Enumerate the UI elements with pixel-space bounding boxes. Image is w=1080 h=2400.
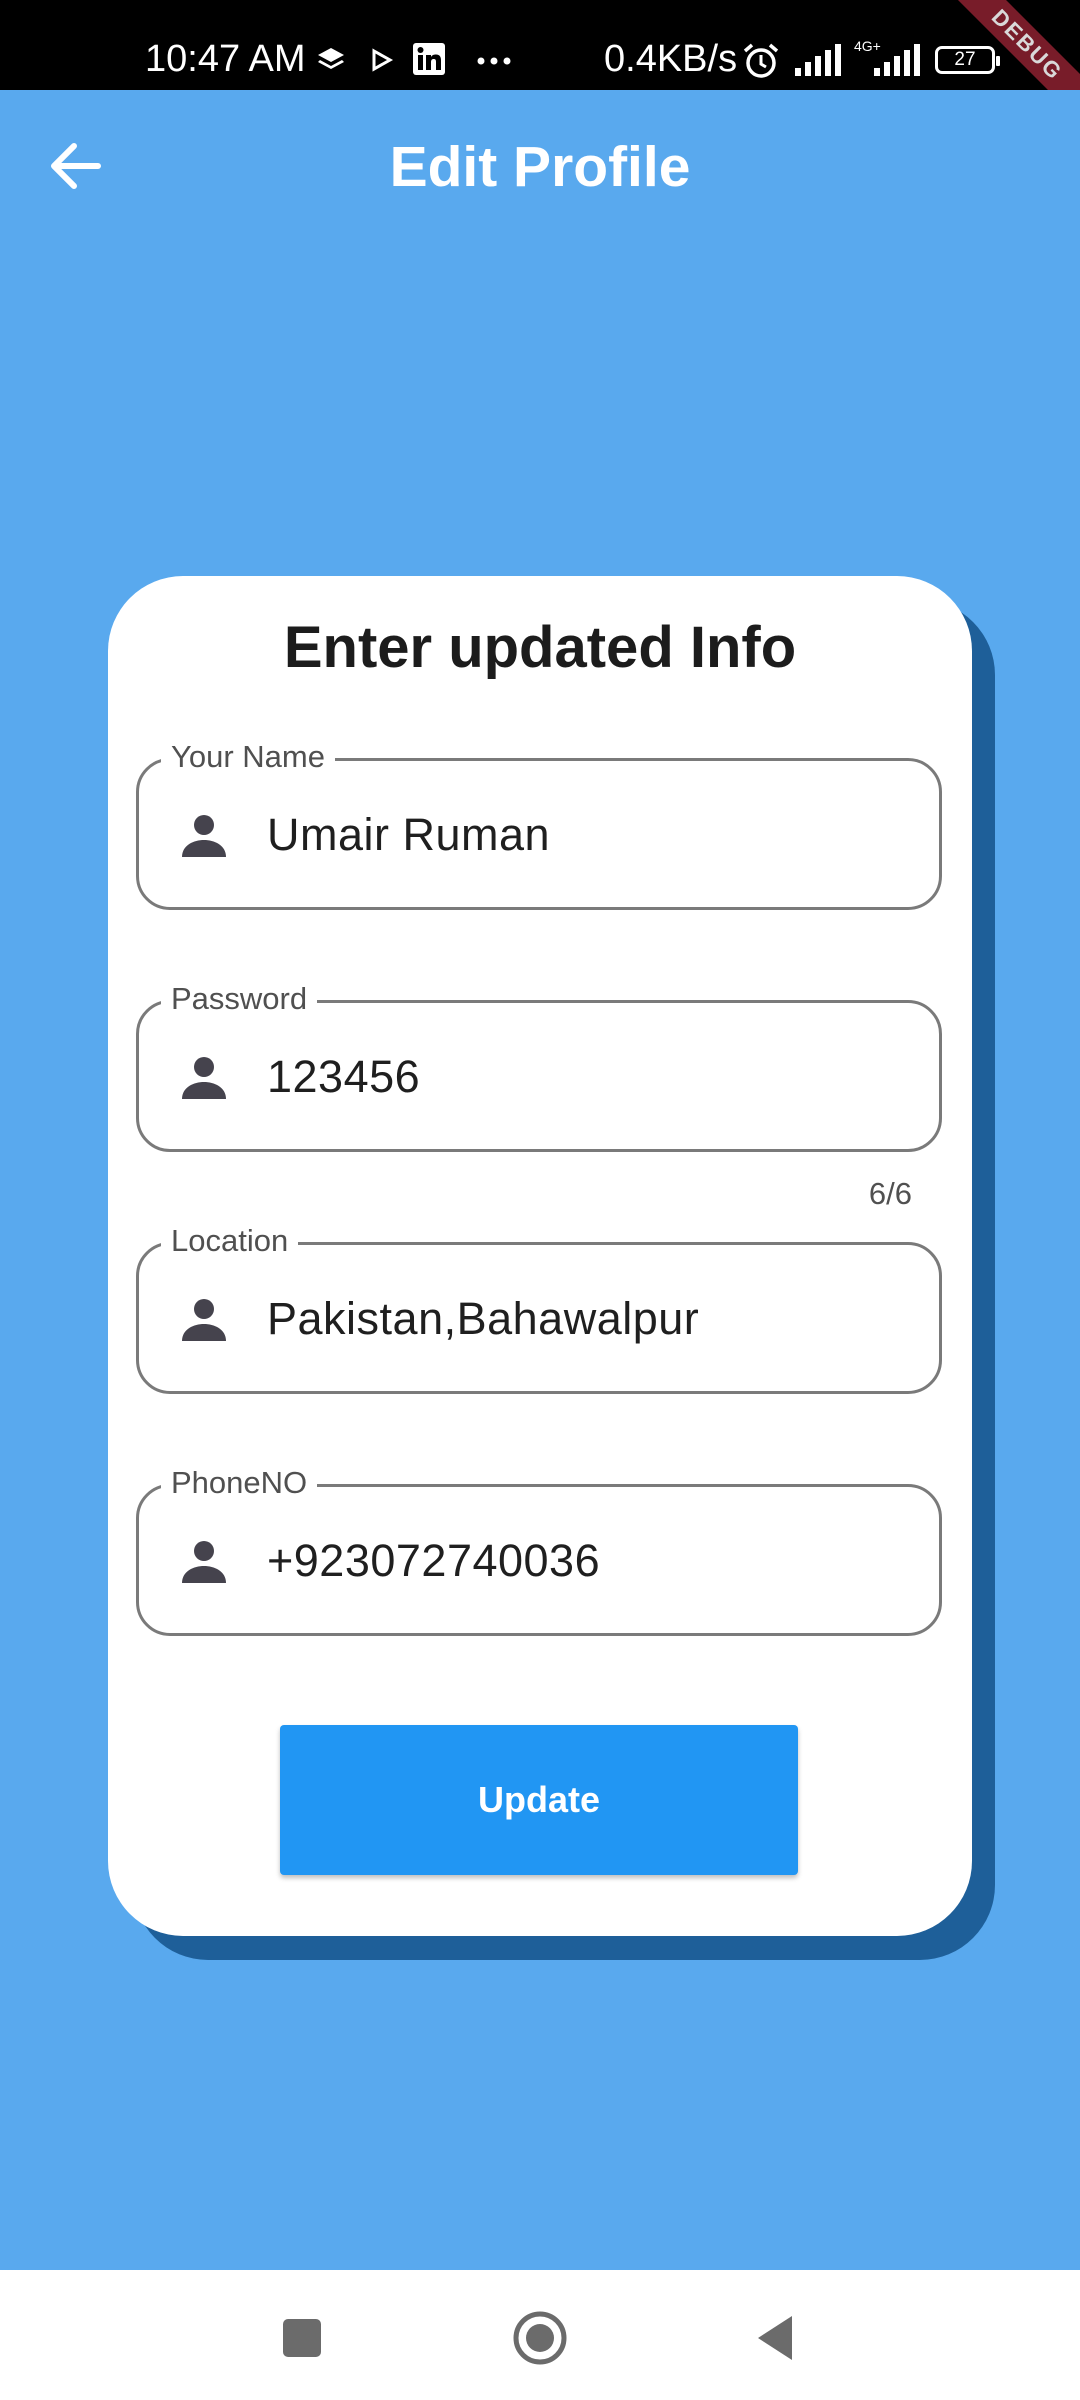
edit-profile-card: Enter updated Info Your Name Umair Ruman… (108, 576, 972, 1936)
linkedin-icon (413, 43, 445, 75)
debug-banner: DEBUG (933, 0, 1080, 90)
back-triangle-icon[interactable] (748, 2308, 808, 2368)
card-title: Enter updated Info (283, 615, 797, 680)
alarm-icon (743, 43, 779, 78)
system-nav-bar (0, 2270, 1080, 2400)
location-field-label: Location (161, 1223, 299, 1259)
network-speed: 0.4KB/s (604, 38, 738, 80)
more-icon (477, 57, 511, 65)
status-bar: 10:47 AM 0.4KB/s 4G+ 27 DEBUG (0, 0, 1080, 90)
password-input[interactable]: 123456 (267, 1051, 420, 1103)
name-input[interactable]: Umair Ruman (267, 809, 550, 861)
svg-text:4G+: 4G+ (854, 38, 881, 54)
play-icon (372, 48, 394, 72)
battery-icon: 27 (935, 46, 1000, 74)
password-field-label: Password (161, 981, 318, 1017)
person-icon (182, 1057, 226, 1099)
location-field[interactable]: Location Pakistan,Bahawalpur (136, 1223, 942, 1394)
name-field[interactable]: Your Name Umair Ruman (136, 739, 942, 910)
password-field[interactable]: Password 123456 (136, 981, 942, 1152)
password-char-counter: 6/6 (868, 1176, 912, 1211)
layers-icon (318, 48, 344, 69)
home-circle-icon[interactable] (510, 2308, 570, 2368)
phone-field[interactable]: PhoneNO +923072740036 (136, 1465, 942, 1636)
location-input[interactable]: Pakistan,Bahawalpur (267, 1293, 699, 1345)
signal-4g-icon: 4G+ (854, 38, 920, 76)
app-bar: Edit Profile (0, 90, 1080, 240)
update-button[interactable]: Update (280, 1725, 798, 1875)
phone-field-label: PhoneNO (161, 1465, 318, 1501)
recents-square-icon[interactable] (272, 2308, 332, 2368)
status-time: 10:47 AM (145, 38, 306, 80)
name-field-label: Your Name (161, 739, 335, 775)
phone-input[interactable]: +923072740036 (267, 1535, 600, 1587)
page-title: Edit Profile (389, 135, 691, 199)
person-icon (182, 815, 226, 857)
person-icon (182, 1541, 226, 1583)
signal-icon (795, 44, 841, 76)
person-icon (182, 1299, 226, 1341)
